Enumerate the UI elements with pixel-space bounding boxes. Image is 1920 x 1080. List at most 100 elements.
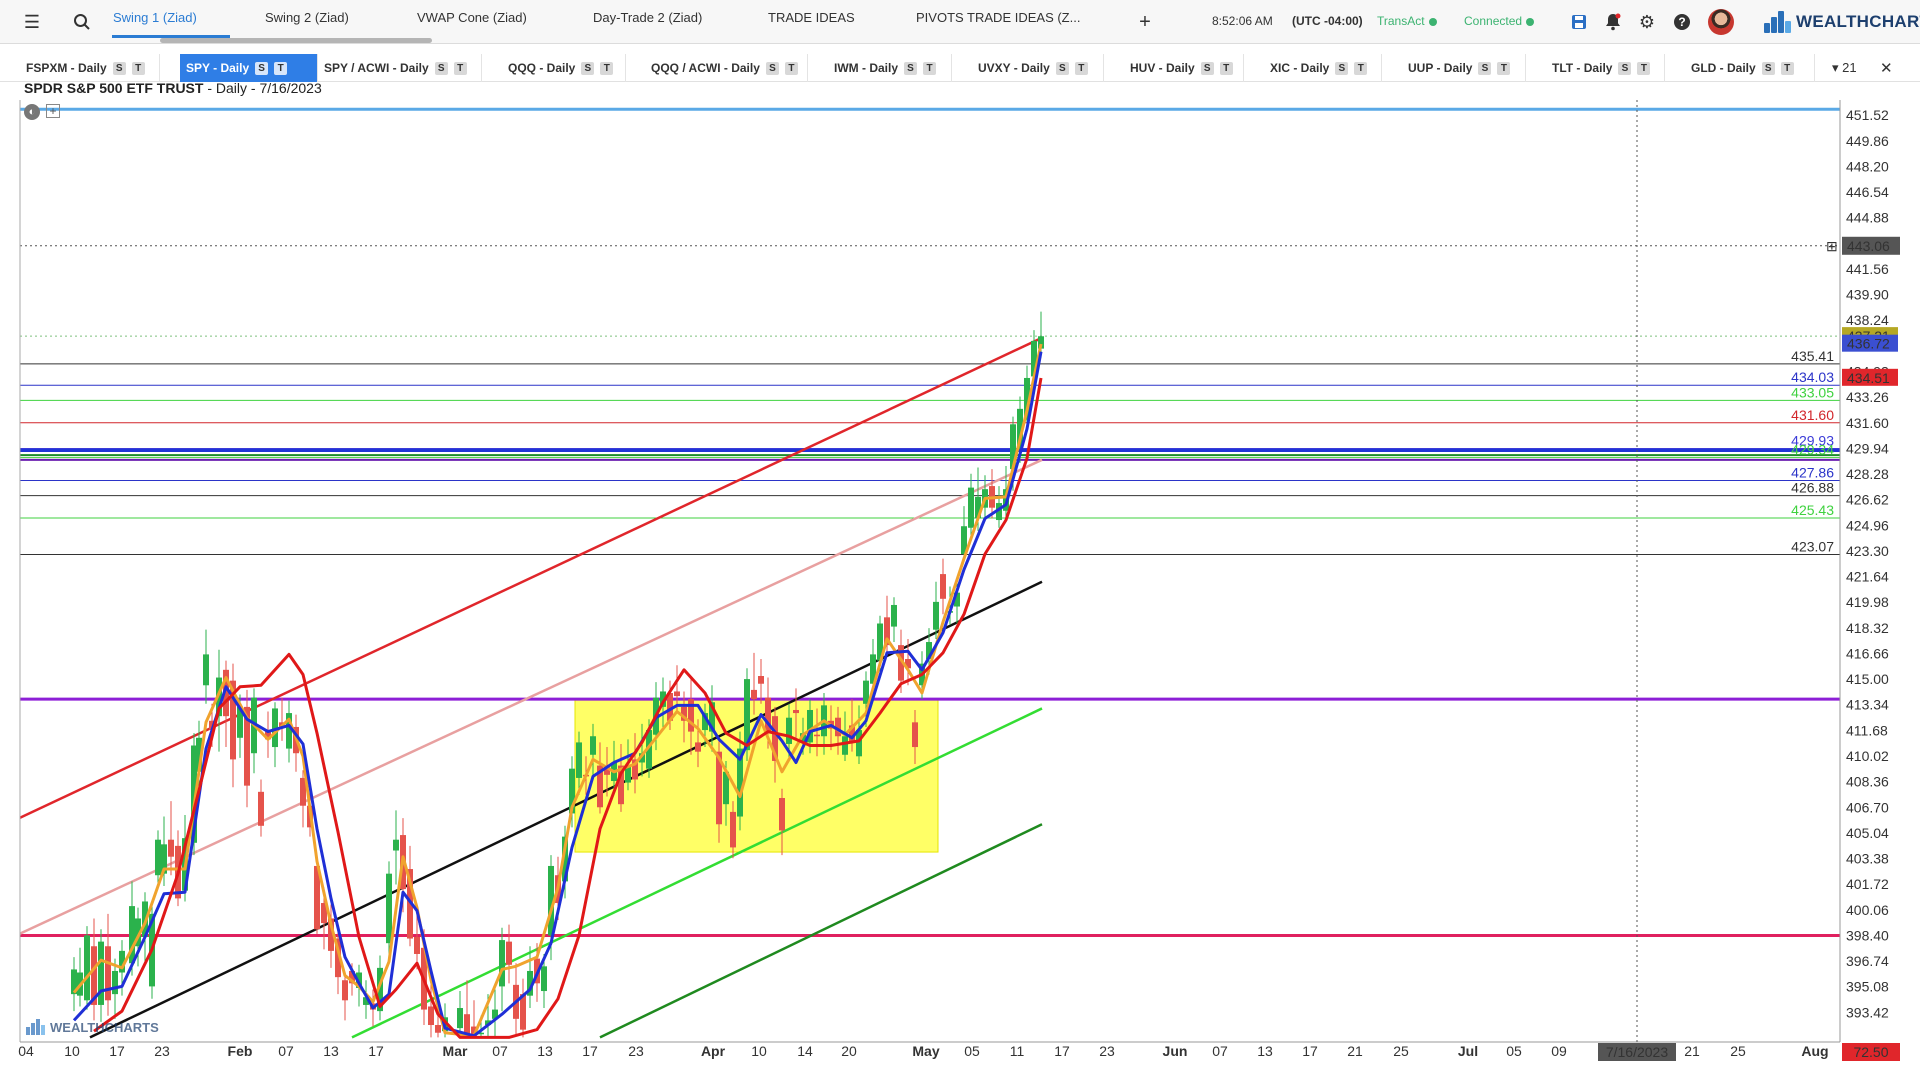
price-tick-19: 418.32 (1846, 620, 1889, 636)
price-tick-17: 421.64 (1846, 569, 1889, 585)
price-tick-30: 400.06 (1846, 902, 1889, 918)
price-tick-1: 451.52 (1846, 107, 1889, 123)
price-tick-33: 395.08 (1846, 979, 1889, 995)
price-tick-34: 393.42 (1846, 1004, 1889, 1020)
price-tick-16: 423.30 (1846, 543, 1889, 559)
candle-body (730, 811, 736, 848)
date-tick-23: Jun (1163, 1043, 1188, 1059)
price-tick-20: 416.66 (1846, 645, 1889, 661)
bottom-value-text: 72.50 (1853, 1044, 1888, 1060)
level-label-7: 427.86 (1791, 465, 1834, 481)
level-label-2: 434.03 (1791, 369, 1834, 385)
date-tick-29: Jul (1458, 1043, 1478, 1059)
plot-area (20, 107, 1840, 1039)
candle-body (541, 966, 547, 992)
crosshair-add-icon: ⊞ (1826, 238, 1838, 254)
candle-body (695, 742, 701, 752)
candle-body (112, 970, 118, 995)
candle-body (674, 691, 680, 697)
candle-body (457, 1008, 463, 1029)
level-label-6: 429.34 (1791, 442, 1834, 458)
date-tick-8: 17 (368, 1043, 384, 1059)
chart-zoom-icon[interactable]: ◐ (24, 104, 40, 120)
candle-body (590, 736, 596, 755)
date-tick-24: 07 (1212, 1043, 1228, 1059)
candle-117 (891, 597, 897, 643)
candle-body (814, 734, 820, 737)
candle-body (786, 717, 792, 744)
price-tick-7: 439.90 (1846, 287, 1889, 303)
date-tick-10: 07 (492, 1043, 508, 1059)
date-tick-34: Aug (1801, 1043, 1828, 1059)
candle-body (105, 946, 111, 1001)
date-tick-6: 07 (278, 1043, 294, 1059)
price-tick-28: 403.38 (1846, 851, 1889, 867)
crosshair-date-text: 7/16/2023 (1606, 1044, 1668, 1060)
chart-watermark: WEALTHCHARTS (26, 1019, 159, 1035)
candle-body (342, 980, 348, 1001)
candle-98 (758, 659, 764, 704)
candle-26 (244, 689, 250, 808)
level-label-4: 431.60 (1791, 407, 1834, 423)
price-tick-4: 446.54 (1846, 184, 1889, 200)
date-tick-9: Mar (443, 1043, 468, 1059)
price-chart[interactable]: 435.41434.03433.05431.60429.93429.34427.… (0, 0, 1920, 1080)
date-tick-19: 05 (964, 1043, 980, 1059)
candle-body (84, 935, 90, 1001)
candle-32 (286, 700, 292, 763)
date-tick-3: 17 (109, 1043, 125, 1059)
price-tick-15: 424.96 (1846, 517, 1889, 533)
date-tick-5: Feb (228, 1043, 253, 1059)
candle-28 (258, 779, 264, 837)
candle-130 (982, 475, 988, 517)
candle-body (168, 839, 174, 857)
date-tick-26: 17 (1302, 1043, 1318, 1059)
watermark-text: WEALTHCHARTS (50, 1019, 159, 1035)
date-tick-7: 13 (323, 1043, 339, 1059)
candle-20 (203, 629, 209, 704)
price-tick-27: 405.04 (1846, 825, 1889, 841)
candle-124 (940, 558, 946, 615)
candle-56 (464, 980, 470, 1038)
candle-body (968, 487, 974, 528)
date-tick-17: 20 (841, 1043, 857, 1059)
price-tick-6: 441.56 (1846, 261, 1889, 277)
candle-5 (98, 929, 104, 1022)
candle-body (499, 940, 505, 987)
date-tick-1: 04 (18, 1043, 34, 1059)
date-tick-15: 10 (751, 1043, 767, 1059)
candle-29 (265, 711, 271, 758)
price-tick-10: 433.26 (1846, 389, 1889, 405)
level-label-10: 423.07 (1791, 538, 1834, 554)
add-indicator-icon[interactable]: + (46, 104, 60, 118)
price-tick-2: 449.86 (1846, 133, 1889, 149)
date-tick-18: May (912, 1043, 939, 1059)
candle-body (386, 873, 392, 944)
price-tick-26: 406.70 (1846, 799, 1889, 815)
candle-body (758, 676, 764, 684)
level-label-8: 426.88 (1791, 480, 1834, 496)
candle-3 (84, 926, 90, 1010)
watermark-logo-icon (26, 1019, 46, 1035)
candle-40 (342, 975, 348, 1021)
candle-body (842, 736, 848, 755)
date-tick-4: 23 (154, 1043, 170, 1059)
price-flag-text-3: 434.51 (1847, 370, 1890, 386)
candle-body (751, 689, 757, 700)
candle-body (155, 839, 161, 876)
candle-body (912, 722, 918, 748)
candle-body (203, 654, 209, 686)
date-tick-30: 05 (1506, 1043, 1522, 1059)
candle-49 (407, 845, 413, 947)
price-tick-21: 415.00 (1846, 671, 1889, 687)
date-tick-32: 21 (1684, 1043, 1700, 1059)
candle-64 (520, 978, 526, 1038)
price-tick-22: 413.34 (1846, 697, 1889, 713)
candle-body (933, 601, 939, 630)
candle-body (576, 742, 582, 778)
price-tick-18: 419.98 (1846, 594, 1889, 610)
candle-body (891, 604, 897, 627)
candle-128 (968, 473, 974, 536)
date-tick-25: 13 (1257, 1043, 1273, 1059)
price-tick-25: 408.36 (1846, 774, 1889, 790)
